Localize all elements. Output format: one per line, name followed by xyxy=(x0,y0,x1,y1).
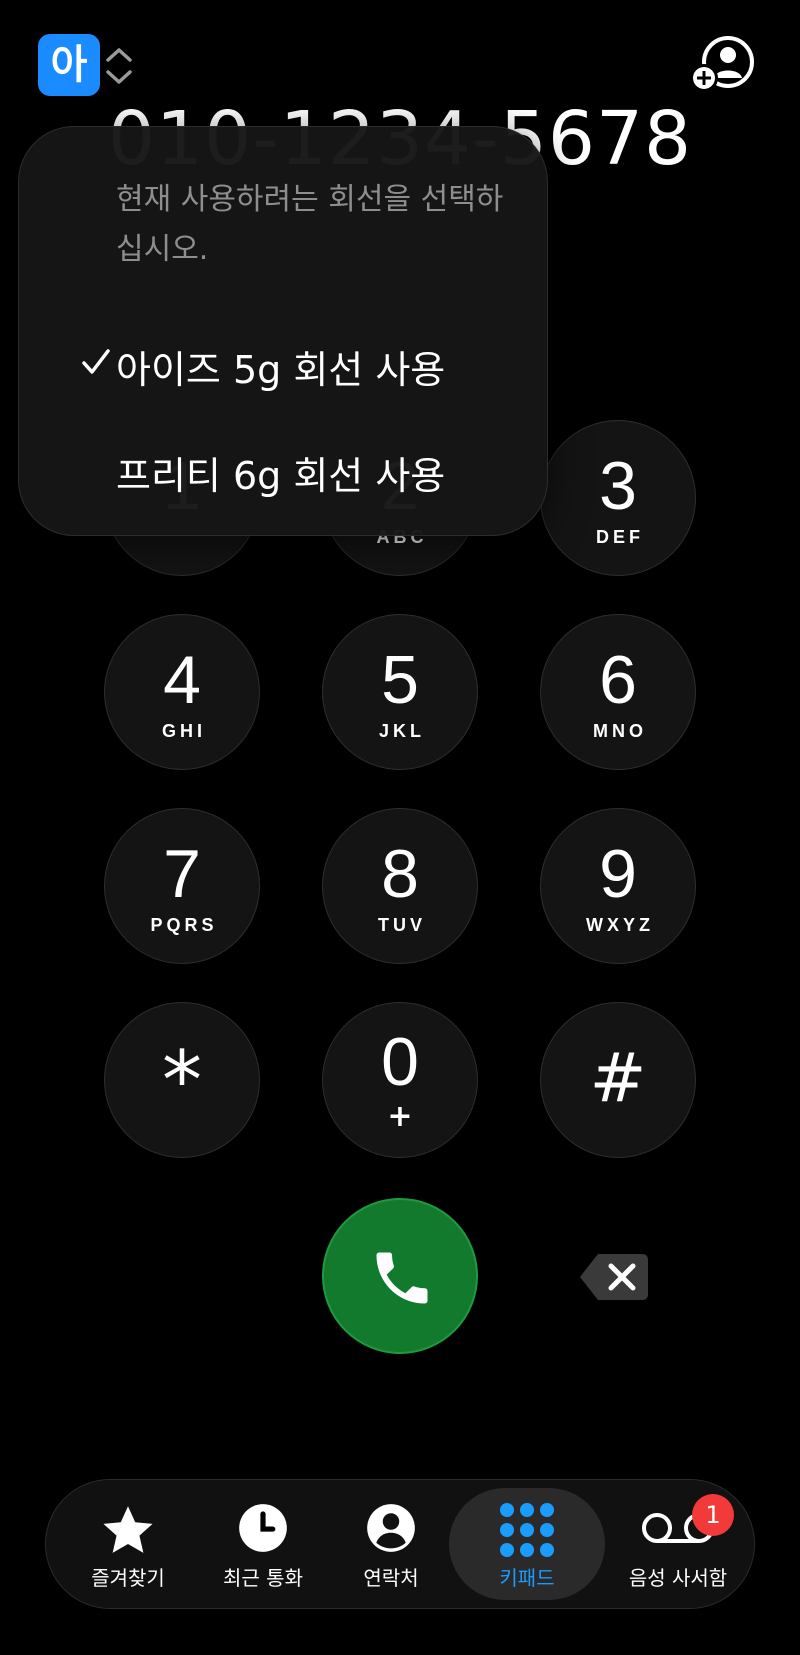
key-hash[interactable]: # xyxy=(540,1002,696,1158)
delete-icon[interactable] xyxy=(578,1252,650,1302)
tab-bar: 즐겨찾기 최근 통화 연락처 키패드 음성 사서함 1 xyxy=(45,1479,755,1609)
line-option-2[interactable]: 프리티 6g 회선 사용 xyxy=(59,433,519,503)
popup-prompt: 현재 사용하려는 회선을 선택하십시오. xyxy=(116,182,504,267)
key-5[interactable]: 5 JKL xyxy=(322,614,478,770)
key-star[interactable]: * xyxy=(104,1002,260,1158)
key-digit: 7 xyxy=(163,836,201,912)
key-9[interactable]: 9 WXYZ xyxy=(540,808,696,964)
tab-recents[interactable]: 최근 통화 xyxy=(198,1480,328,1608)
key-letters: PQRS xyxy=(150,915,218,935)
key-digit: 9 xyxy=(599,836,637,912)
key-digit: 5 xyxy=(381,642,419,718)
key-4[interactable]: 4 GHI xyxy=(104,614,260,770)
star-icon xyxy=(103,1506,153,1553)
checkmark-icon xyxy=(82,349,110,374)
person-add-icon[interactable] xyxy=(689,35,757,95)
tab-keypad[interactable]: 키패드 xyxy=(449,1480,605,1608)
phone-screen: 아 010-1234-5678 1 2 ABC 3 DEF 4 GHI 5 JK… xyxy=(0,0,800,1655)
key-letters: DEF xyxy=(596,527,644,547)
voicemail-badge: 1 xyxy=(692,1494,734,1536)
tab-label: 연락처 xyxy=(363,1566,419,1590)
contact-icon xyxy=(367,1504,415,1552)
line-selection-popup: 현재 사용하려는 회선을 선택하십시오. 아이즈 5g 회선 사용 프리티 6g… xyxy=(18,126,548,536)
key-plus: + xyxy=(387,1099,413,1134)
keypad-icon xyxy=(500,1503,554,1557)
key-letters: JKL xyxy=(378,721,425,741)
key-7[interactable]: 7 PQRS xyxy=(104,808,260,964)
tab-label: 즐겨찾기 xyxy=(91,1566,165,1590)
call-button[interactable] xyxy=(322,1198,478,1354)
key-0[interactable]: 0 + xyxy=(322,1002,478,1158)
key-letters: MNO xyxy=(593,721,647,741)
key-letters: GHI xyxy=(161,721,206,741)
key-3[interactable]: 3 DEF xyxy=(540,420,696,576)
line-option-label: 프리티 6g 회선 사용 xyxy=(116,454,446,498)
tab-contacts[interactable]: 연락처 xyxy=(336,1480,446,1608)
key-digit: 3 xyxy=(599,448,637,524)
key-digit: 0 xyxy=(381,1024,419,1100)
key-symbol: * xyxy=(162,1034,202,1127)
line-option-1[interactable]: 아이즈 5g 회선 사용 xyxy=(59,327,519,397)
key-digit: 6 xyxy=(599,642,637,718)
key-digit: 8 xyxy=(381,836,419,912)
chevron-up-down-icon[interactable] xyxy=(104,44,134,88)
tab-label: 최근 통화 xyxy=(223,1566,303,1590)
clock-icon xyxy=(239,1504,287,1552)
phone-icon xyxy=(376,1252,428,1304)
tab-favorites[interactable]: 즐겨찾기 xyxy=(68,1480,188,1608)
key-letters: WXYZ xyxy=(586,915,654,935)
line-option-label: 아이즈 5g 회선 사용 xyxy=(116,348,446,392)
key-8[interactable]: 8 TUV xyxy=(322,808,478,964)
tab-label: 음성 사서함 xyxy=(628,1566,728,1590)
line-selector-badge[interactable]: 아 xyxy=(38,34,100,96)
key-digit: 4 xyxy=(163,642,201,718)
key-letters: TUV xyxy=(378,915,426,935)
key-6[interactable]: 6 MNO xyxy=(540,614,696,770)
tab-label: 키패드 xyxy=(499,1566,555,1590)
key-symbol: # xyxy=(589,1039,647,1118)
